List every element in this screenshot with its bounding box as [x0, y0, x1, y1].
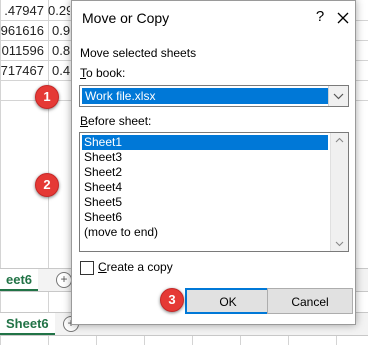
- sheet-list-item[interactable]: (move to end): [82, 225, 328, 240]
- step-marker-1: 1: [35, 85, 59, 109]
- create-copy-label[interactable]: Create a copy: [98, 260, 173, 274]
- sheet-list-item[interactable]: Sheet6: [82, 210, 328, 225]
- create-copy-checkbox[interactable]: [80, 261, 94, 275]
- cell[interactable]: 961616: [0, 23, 44, 38]
- help-button[interactable]: ?: [312, 8, 328, 26]
- cancel-button[interactable]: Cancel: [267, 288, 353, 314]
- ok-button[interactable]: OK: [185, 288, 271, 314]
- cell[interactable]: .47947: [0, 3, 44, 18]
- sheet-tab[interactable]: Sheet6: [0, 313, 55, 335]
- sheet-list-item[interactable]: Sheet3: [82, 150, 328, 165]
- to-book-dropdown[interactable]: Work file.xlsx: [79, 85, 349, 107]
- list-scrollbar[interactable]: [330, 133, 348, 251]
- sheet-list-item[interactable]: Sheet1: [82, 135, 328, 150]
- sheet-list-item[interactable]: Sheet2: [82, 165, 328, 180]
- dialog-title: Move or Copy: [82, 10, 170, 26]
- chevron-down-icon[interactable]: [328, 86, 348, 106]
- to-book-value: Work file.xlsx: [82, 88, 330, 104]
- close-icon[interactable]: [334, 9, 352, 27]
- add-sheet-icon[interactable]: +: [56, 272, 72, 288]
- move-selected-label: Move selected sheets: [80, 46, 197, 60]
- before-sheet-label: Before sheet:: [80, 114, 152, 128]
- sheet-list-item[interactable]: Sheet4: [82, 180, 328, 195]
- sheet-list-item[interactable]: Sheet5: [82, 195, 328, 210]
- to-book-label: To book:: [80, 66, 126, 80]
- cell[interactable]: 717467: [0, 63, 44, 78]
- move-or-copy-dialog: Move or Copy ? Move selected sheets To b…: [71, 0, 356, 325]
- cell[interactable]: 011596: [0, 43, 44, 58]
- step-marker-3: 3: [160, 288, 184, 312]
- sheet-tab[interactable]: eet6: [0, 269, 39, 291]
- cell[interactable]: 0.290147: [48, 3, 70, 18]
- step-marker-2: 2: [35, 173, 59, 197]
- before-sheet-list[interactable]: Sheet1 Sheet3 Sheet2 Sheet4 Sheet5 Sheet6 (mov…: [79, 132, 349, 252]
